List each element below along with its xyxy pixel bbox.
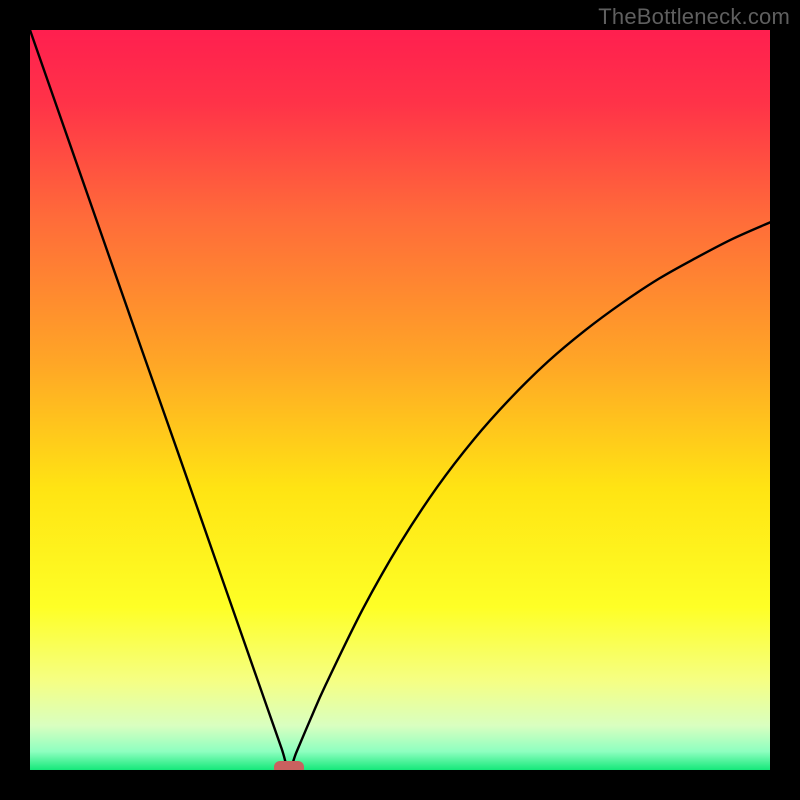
gradient-background — [30, 30, 770, 770]
chart-frame: TheBottleneck.com — [0, 0, 800, 800]
chart-svg — [30, 30, 770, 770]
watermark-text: TheBottleneck.com — [598, 4, 790, 30]
plot-area — [30, 30, 770, 770]
optimal-marker — [274, 761, 304, 770]
